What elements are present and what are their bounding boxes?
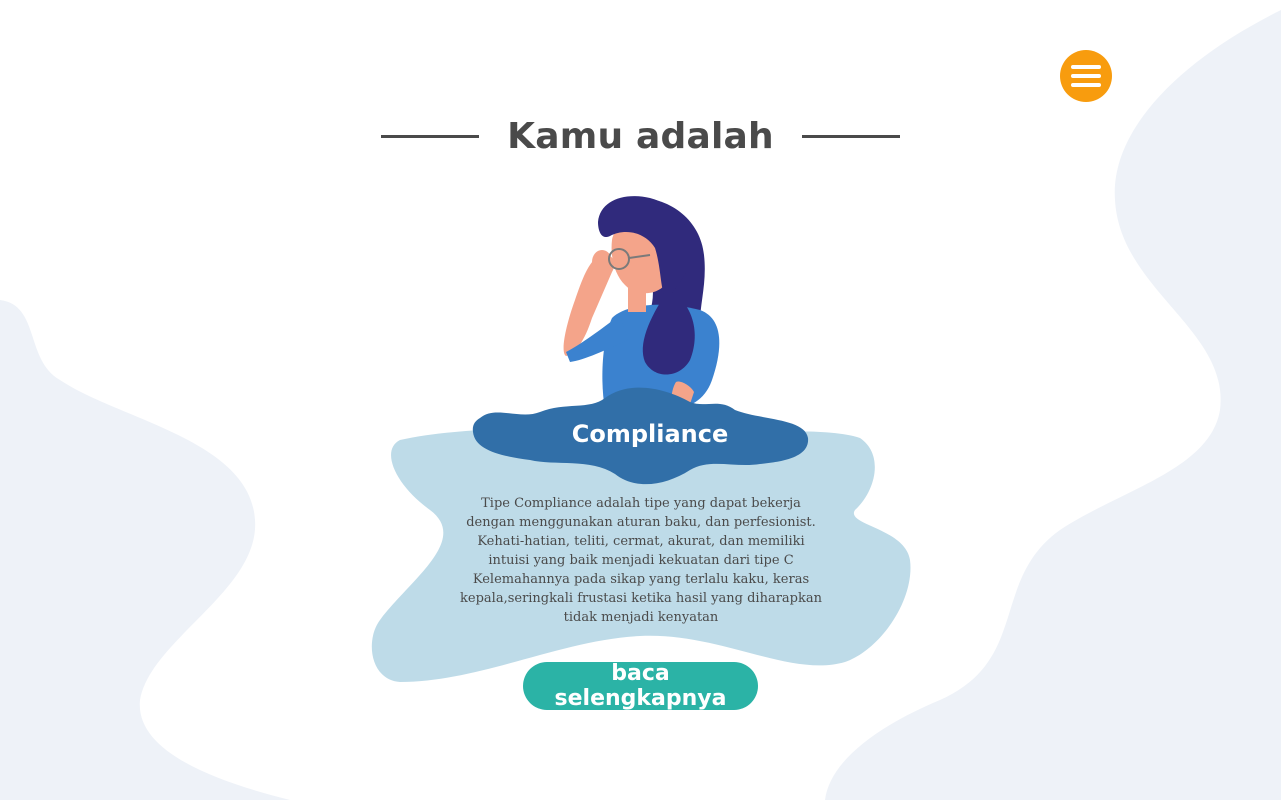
- personality-type-title: Compliance: [571, 420, 729, 448]
- read-more-button[interactable]: baca selengkapnya: [523, 661, 758, 711]
- woman-thinking-illustration: [563, 196, 720, 410]
- personality-type-description: Tipe Compliance adalah tipe yang dapat b…: [460, 496, 822, 625]
